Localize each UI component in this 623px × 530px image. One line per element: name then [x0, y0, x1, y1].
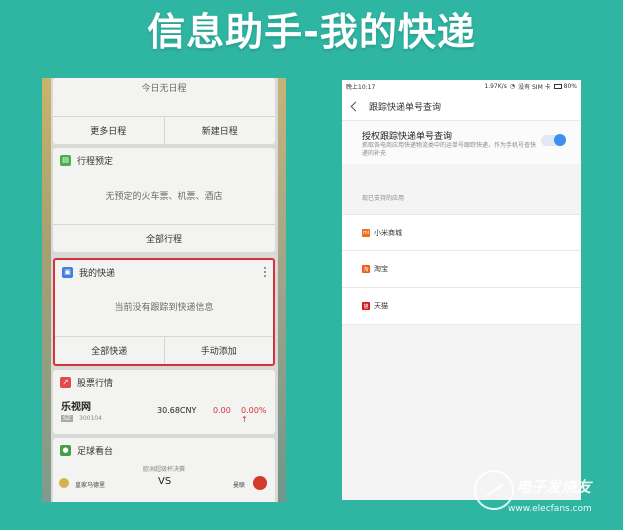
- nav-bar: 跟踪快递单号查询: [342, 92, 581, 120]
- football-card-title: 足球看台: [77, 446, 114, 457]
- status-bar: 晚上10:17 1.97K/s ◔ 没有 SIM 卡 80%: [342, 80, 581, 92]
- stock-code: 300104: [79, 415, 102, 422]
- app-item-label: 淘宝: [374, 265, 388, 273]
- express-more-icon[interactable]: [264, 267, 267, 279]
- stock-percent: 0.00% ↑: [241, 406, 275, 424]
- wallpaper-edge-right: [278, 78, 286, 502]
- schedule-actions: 更多日程 新建日程: [53, 116, 275, 144]
- up-arrow-icon: ↑: [241, 415, 248, 424]
- football-icon: ●: [60, 444, 71, 456]
- stock-chart-icon: ↗: [60, 376, 71, 388]
- booking-card: ▤ 行程预定 无预定的火车票、机票、酒店 全部行程: [53, 148, 275, 252]
- versus-label: VS: [158, 476, 172, 487]
- stock-card: ↗ 股票行情 乐视网 SZ 300104 30.68CNY 0.00 0.00%…: [53, 370, 275, 434]
- watermark-chinese: 电子发烧友: [516, 478, 592, 496]
- express-actions: 全部快递 手动添加: [55, 336, 273, 364]
- football-card: ● 足球看台 欧洲超级杯决赛 皇家马德里 VS 曼联: [53, 438, 275, 502]
- express-card-title: 我的快递: [79, 268, 116, 279]
- schedule-card: 今日无日程 更多日程 新建日程: [53, 78, 275, 144]
- app-item-taobao[interactable]: 淘 淘宝: [342, 251, 581, 288]
- toggle-knob: [554, 134, 566, 146]
- supported-apps-label: 现已支持的应用: [362, 195, 405, 202]
- stock-row[interactable]: 乐视网 SZ 300104 30.68CNY 0.00 0.00% ↑: [53, 394, 275, 432]
- tmall-icon: 猫: [362, 302, 370, 310]
- stock-card-title: 股票行情: [77, 378, 114, 389]
- package-icon: ▣: [62, 266, 73, 278]
- app-item-tmall[interactable]: 猫 天猫: [342, 288, 581, 325]
- stock-market-tag: SZ: [61, 415, 73, 422]
- banner-title: 信息助手-我的快递: [147, 10, 476, 54]
- page-title: 跟踪快递单号查询: [369, 102, 442, 113]
- new-schedule-button[interactable]: 新建日程: [163, 117, 276, 144]
- express-card-header: ▣ 我的快递: [55, 260, 273, 284]
- all-express-button[interactable]: 全部快递: [55, 337, 164, 364]
- status-time: 晚上10:17: [346, 83, 376, 91]
- back-arrow-icon[interactable]: [350, 101, 361, 111]
- booking-actions: 全部行程: [53, 224, 275, 252]
- away-team-badge-icon: [253, 476, 267, 490]
- app-item-label: 小米商城: [374, 228, 402, 237]
- right-phone-screen: 晚上10:17 1.97K/s ◔ 没有 SIM 卡 80% 跟踪快递单号查询 …: [342, 80, 581, 500]
- calendar-icon: ▤: [60, 154, 71, 166]
- app-item-mi-store[interactable]: mi 小米商城: [342, 214, 581, 251]
- wifi-icon: ◔: [509, 82, 516, 90]
- setting-description: 抓取各电商应用快递物流类中的运单号跟踪快递，作为手机号查快递的补充: [362, 142, 537, 157]
- schedule-empty-text: 今日无日程: [141, 84, 187, 94]
- express-card: ▣ 我的快递 当前没有跟踪到快递信息 全部快递 手动添加: [53, 258, 275, 366]
- watermark-url: www.elecfans.com: [508, 504, 592, 514]
- match-row[interactable]: 欧洲超级杯决赛 皇家马德里 VS 曼联: [53, 462, 275, 502]
- stock-card-header: ↗ 股票行情: [53, 370, 275, 394]
- manual-add-button[interactable]: 手动添加: [163, 337, 274, 364]
- status-battery: 80%: [563, 82, 577, 90]
- booking-card-title: 行程预定: [77, 156, 114, 167]
- status-speed: 1.97K/s: [484, 82, 507, 90]
- stock-name: 乐视网: [61, 402, 91, 413]
- taobao-icon: 淘: [362, 265, 370, 273]
- battery-icon: [553, 83, 562, 89]
- booking-empty-text: 无预定的火车票、机票、酒店: [105, 192, 223, 202]
- app-item-label: 天猫: [374, 302, 388, 310]
- all-trips-button[interactable]: 全部行程: [53, 225, 275, 252]
- left-phone-screen: 今日无日程 更多日程 新建日程 ▤ 行程预定 无预定的火车票、机票、酒店 全部行…: [42, 78, 286, 502]
- away-team-name: 曼联: [233, 482, 246, 489]
- tracking-toggle[interactable]: [541, 134, 566, 146]
- more-schedule-button[interactable]: 更多日程: [53, 117, 164, 144]
- stock-percent-value: 0.00%: [241, 406, 267, 415]
- express-empty-text: 当前没有跟踪到快递信息: [114, 303, 214, 313]
- tracking-setting-row[interactable]: 授权跟踪快递单号查询 抓取各电商应用快递物流类中的运单号跟踪快递，作为手机号查快…: [342, 120, 581, 164]
- supported-app-list: mi 小米商城 淘 淘宝 猫 天猫: [342, 214, 581, 325]
- status-carrier: 没有 SIM 卡: [518, 83, 551, 91]
- setting-title: 授权跟踪快递单号查询: [362, 132, 453, 142]
- wallpaper-edge-left: [42, 78, 51, 502]
- booking-card-header: ▤ 行程预定: [53, 148, 275, 172]
- mi-store-icon: mi: [362, 228, 370, 237]
- stock-change: 0.00: [213, 406, 231, 415]
- match-name: 欧洲超级杯决赛: [142, 466, 185, 473]
- home-team-name: 皇家马德里: [75, 482, 106, 489]
- stock-price: 30.68CNY: [157, 406, 197, 415]
- home-team-badge-icon: [59, 478, 69, 488]
- football-card-header: ● 足球看台: [53, 438, 275, 462]
